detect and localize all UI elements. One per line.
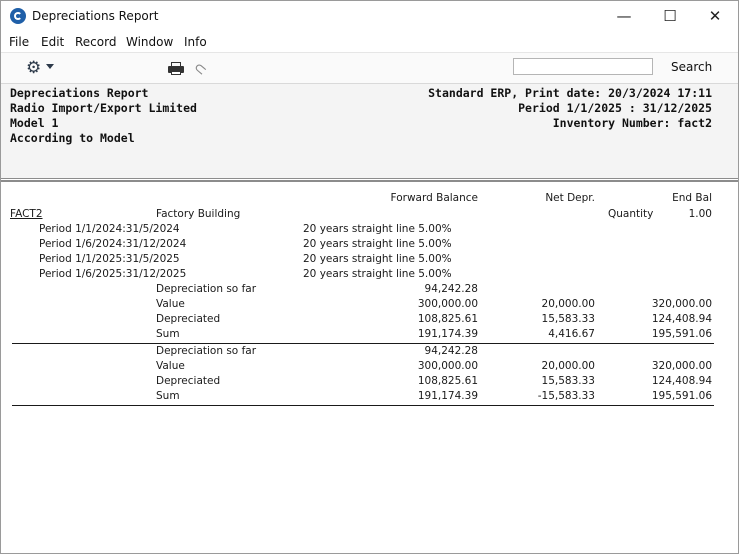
row-label: Depreciated: [156, 375, 221, 387]
column-header-forward-balance: Forward Balance: [390, 192, 478, 204]
net-depr-value: 20,000.00: [541, 360, 595, 372]
net-depr-value: 15,583.33: [541, 375, 595, 387]
forward-balance-value: 300,000.00: [417, 360, 478, 372]
report-period: Period 1/1/2025 : 31/12/2025: [518, 101, 712, 115]
print-info: Standard ERP, Print date: 20/3/2024 17:1…: [428, 86, 712, 100]
net-depr-value: 20,000.00: [541, 298, 595, 310]
model-name: Model 1: [10, 116, 59, 130]
search-button[interactable]: Search: [671, 60, 712, 74]
chevron-down-icon[interactable]: [46, 64, 54, 69]
minimize-button[interactable]: —: [601, 1, 647, 32]
row-label: Value: [156, 298, 185, 310]
forward-balance-value: 94,242.28: [424, 345, 478, 357]
forward-balance-value: 191,174.39: [417, 390, 478, 402]
row-label: Depreciated: [156, 313, 221, 325]
period-method: 20 years straight line 5.00%: [303, 223, 452, 235]
period-row: Period 1/6/2025:31/12/2025: [39, 268, 187, 280]
end-bal-value: 195,591.06: [651, 328, 712, 340]
report-window: Depreciations Report — ☐ ✕ File Edit Rec…: [0, 0, 739, 554]
period-row: Period 1/1/2025:31/5/2025: [39, 253, 180, 265]
report-basis: According to Model: [10, 131, 135, 145]
column-header-end-bal: End Bal: [672, 192, 712, 204]
quantity-label: Quantity: [608, 208, 654, 220]
window-title: Depreciations Report: [32, 9, 159, 23]
forward-balance-value: 94,242.28: [424, 283, 478, 295]
gear-icon[interactable]: ⚙: [26, 58, 41, 78]
report-title: Depreciations Report: [10, 86, 149, 100]
end-bal-value: 320,000.00: [651, 360, 712, 372]
forward-balance-value: 191,174.39: [417, 328, 478, 340]
end-bal-value: 195,591.06: [651, 390, 712, 402]
row-label: Sum: [156, 390, 180, 402]
forward-balance-value: 108,825.61: [417, 375, 478, 387]
menu-window[interactable]: Window: [126, 35, 173, 49]
asset-name: Factory Building: [156, 208, 241, 220]
app-logo-icon: [10, 8, 26, 24]
inventory-number: Inventory Number: fact2: [552, 116, 712, 130]
period-row: Period 1/1/2024:31/5/2024: [39, 223, 180, 235]
menu-file[interactable]: File: [9, 35, 29, 49]
period-method: 20 years straight line 5.00%: [303, 238, 452, 250]
forward-balance-value: 108,825.61: [417, 313, 478, 325]
period-method: 20 years straight line 5.00%: [303, 268, 452, 280]
period-method: 20 years straight line 5.00%: [303, 253, 452, 265]
paperclip-icon[interactable]: ⊂: [190, 58, 211, 80]
header-divider: [1, 178, 738, 179]
net-depr-value: 4,416.67: [548, 328, 595, 340]
period-row: Period 1/6/2024:31/12/2024: [39, 238, 187, 250]
end-divider: [12, 405, 714, 406]
company-name: Radio Import/Export Limited: [10, 101, 197, 115]
row-label: Sum: [156, 328, 180, 340]
search-input[interactable]: [513, 58, 653, 75]
close-button[interactable]: ✕: [692, 1, 738, 32]
menu-edit[interactable]: Edit: [41, 35, 64, 49]
report-header: Depreciations Report Radio Import/Export…: [1, 83, 738, 178]
column-header-net-depr: Net Depr.: [545, 192, 595, 204]
header-divider-thick: [1, 180, 738, 182]
menu-bar: File Edit Record Window Info: [1, 32, 738, 52]
row-label: Depreciation so far: [156, 345, 257, 357]
toolbar: ⚙ ⊂ Search: [1, 52, 738, 84]
end-bal-value: 124,408.94: [651, 313, 712, 325]
title-bar: Depreciations Report — ☐ ✕: [1, 1, 738, 32]
printer-icon[interactable]: [168, 62, 184, 75]
forward-balance-value: 300,000.00: [417, 298, 478, 310]
maximize-button[interactable]: ☐: [647, 1, 693, 32]
report-body: Forward Balance Net Depr. End Bal FACT2 …: [1, 183, 738, 553]
end-bal-value: 320,000.00: [651, 298, 712, 310]
quantity-value: 1.00: [688, 208, 712, 220]
asset-code-link[interactable]: FACT2: [10, 208, 43, 220]
end-bal-value: 124,408.94: [651, 375, 712, 387]
menu-record[interactable]: Record: [75, 35, 116, 49]
net-depr-value: 15,583.33: [541, 313, 595, 325]
menu-info[interactable]: Info: [184, 35, 207, 49]
net-depr-value: -15,583.33: [537, 390, 595, 402]
total-divider: [12, 343, 714, 344]
row-label: Value: [156, 360, 185, 372]
row-label: Depreciation so far: [156, 283, 257, 295]
